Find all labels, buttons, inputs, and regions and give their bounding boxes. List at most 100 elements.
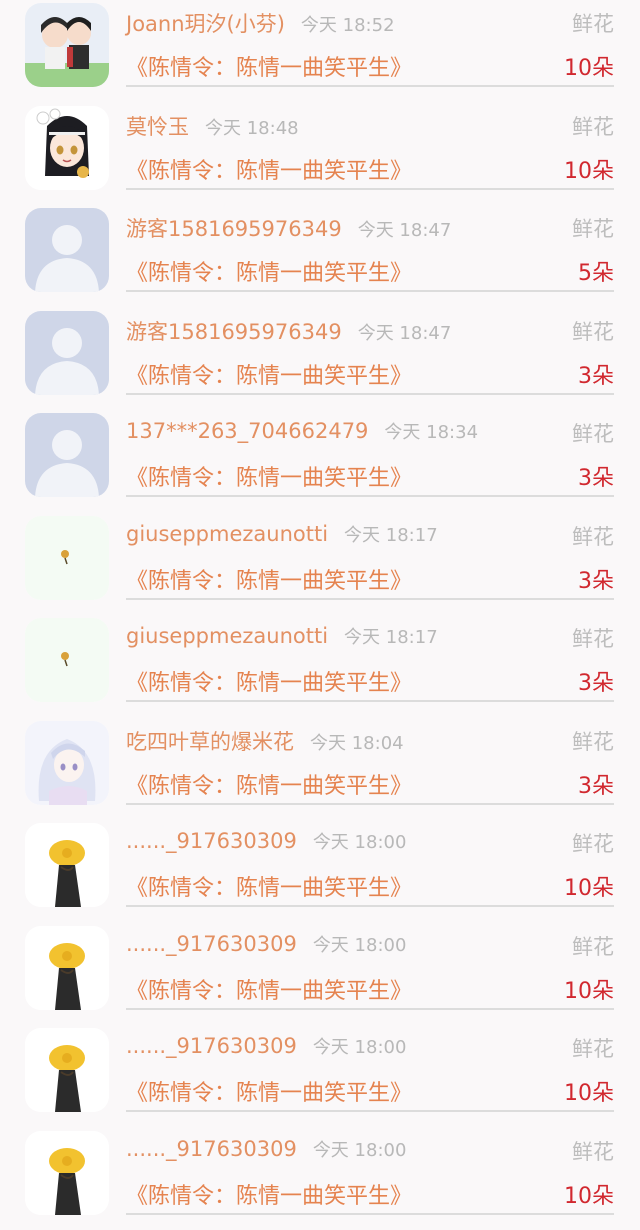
- list-item[interactable]: 137***263_704662479 今天 18:34 鲜花 《陈情令：陈情一曲…: [0, 410, 640, 513]
- avatar[interactable]: [25, 516, 109, 600]
- user-name[interactable]: 吃四叶草的爆米花今天 18:04: [126, 726, 404, 756]
- avatar[interactable]: [25, 1028, 109, 1112]
- divider: [126, 905, 614, 907]
- user-name[interactable]: ......_917630309 今天 18:00: [126, 828, 406, 854]
- list-item[interactable]: 莫怜玉今天 18:48 鲜花 《陈情令：陈情一曲笑平生》 10朵: [0, 103, 640, 206]
- work-title[interactable]: 《陈情令：陈情一曲笑平生》: [126, 153, 412, 185]
- gift-type: 鲜花: [572, 8, 614, 38]
- default-user-avatar-icon: [25, 208, 109, 292]
- user-name-text[interactable]: giuseppmezaunotti: [126, 624, 328, 648]
- avatar[interactable]: [25, 618, 109, 702]
- user-name[interactable]: ......_917630309 今天 18:00: [126, 1136, 406, 1162]
- timestamp: 今天 18:00: [313, 1037, 407, 1058]
- gift-type: 鲜花: [572, 623, 614, 653]
- work-title[interactable]: 《陈情令：陈情一曲笑平生》: [126, 1178, 412, 1210]
- user-name[interactable]: ......_917630309 今天 18:00: [126, 1033, 406, 1059]
- user-name[interactable]: 游客1581695976349 今天 18:47: [126, 213, 451, 243]
- user-name-text[interactable]: 游客1581695976349: [126, 320, 342, 344]
- timestamp: 今天 18:47: [358, 220, 452, 241]
- user-name-text[interactable]: ......_917630309: [126, 829, 297, 853]
- user-name-text[interactable]: ......_917630309: [126, 1034, 297, 1058]
- list-item[interactable]: giuseppmezaunotti今天 18:17 鲜花 《陈情令：陈情一曲笑平…: [0, 615, 640, 718]
- user-name-text[interactable]: 莫怜玉: [126, 115, 189, 139]
- divider: [126, 495, 614, 497]
- user-name[interactable]: 游客1581695976349 今天 18:47: [126, 316, 451, 346]
- divider: [126, 188, 614, 190]
- gift-count: 10朵: [564, 870, 614, 902]
- gift-count: 3朵: [578, 665, 614, 697]
- gift-count: 3朵: [578, 358, 614, 390]
- gift-type: 鲜花: [572, 1136, 614, 1166]
- gift-type: 鲜花: [572, 931, 614, 961]
- gift-type: 鲜花: [572, 418, 614, 448]
- work-title[interactable]: 《陈情令：陈情一曲笑平生》: [126, 1075, 412, 1107]
- user-name-text[interactable]: 游客1581695976349: [126, 217, 342, 241]
- divider: [126, 85, 614, 87]
- avatar[interactable]: [25, 208, 109, 292]
- divider: [126, 803, 614, 805]
- user-name[interactable]: giuseppmezaunotti 今天 18:17: [126, 521, 438, 547]
- avatar[interactable]: [25, 721, 109, 805]
- work-title[interactable]: 《陈情令：陈情一曲笑平生》: [126, 665, 412, 697]
- work-title[interactable]: 《陈情令：陈情一曲笑平生》: [126, 973, 412, 1005]
- timestamp: 今天 18:34: [384, 422, 478, 443]
- list-item[interactable]: ......_917630309今天 18:00 鲜花 《陈情令：陈情一曲笑平生…: [0, 923, 640, 1026]
- gift-count: 3朵: [578, 460, 614, 492]
- timestamp: 今天 18:00: [313, 832, 407, 853]
- anime-couple-avatar-icon: [25, 3, 109, 87]
- user-name[interactable]: 莫怜玉今天 18:48: [126, 111, 299, 141]
- list-item[interactable]: 游客1581695976349今天 18:47 鲜花 《陈情令：陈情一曲笑平生》…: [0, 308, 640, 411]
- avatar[interactable]: [25, 106, 109, 190]
- default-user-avatar-icon: [25, 311, 109, 395]
- work-title[interactable]: 《陈情令：陈情一曲笑平生》: [126, 50, 412, 82]
- default-user-avatar-icon: [25, 413, 109, 497]
- user-name[interactable]: Joann玥汐(小芬)今天 18:52: [126, 8, 395, 38]
- avatar[interactable]: [25, 3, 109, 87]
- user-name-text[interactable]: giuseppmezaunotti: [126, 522, 328, 546]
- user-name[interactable]: ......_917630309今天 18:00: [126, 931, 406, 957]
- work-title[interactable]: 《陈情令：陈情一曲笑平生》: [126, 255, 412, 287]
- work-title[interactable]: 《陈情令：陈情一曲笑平生》: [126, 460, 412, 492]
- gift-type: 鲜花: [572, 521, 614, 551]
- user-name[interactable]: giuseppmezaunotti今天 18:17: [126, 623, 438, 649]
- list-item[interactable]: ......_917630309 今天 18:00 鲜花 《陈情令：陈情一曲笑平生…: [0, 1128, 640, 1230]
- timestamp: 今天 18:04: [310, 733, 404, 754]
- work-title[interactable]: 《陈情令：陈情一曲笑平生》: [126, 870, 412, 902]
- gift-type: 鲜花: [572, 828, 614, 858]
- user-name-text[interactable]: ......_917630309: [126, 1137, 297, 1161]
- avatar[interactable]: [25, 1131, 109, 1215]
- user-name-text[interactable]: ......_917630309: [126, 932, 297, 956]
- timestamp: 今天 18:47: [358, 323, 452, 344]
- list-item[interactable]: giuseppmezaunotti 今天 18:17 鲜花 《陈情令：陈情一曲笑平…: [0, 513, 640, 616]
- avatar[interactable]: [25, 413, 109, 497]
- gift-count: 5朵: [578, 255, 614, 287]
- gift-type: 鲜花: [572, 1033, 614, 1063]
- user-name[interactable]: 137***263_704662479 今天 18:34: [126, 418, 478, 444]
- timestamp: 今天 18:00: [313, 1140, 407, 1161]
- avatar[interactable]: [25, 311, 109, 395]
- gift-type: 鲜花: [572, 213, 614, 243]
- gift-count: 10朵: [564, 1178, 614, 1210]
- small-flower-avatar-icon: [25, 516, 109, 600]
- yellow-hat-avatar-icon: [25, 926, 109, 1010]
- timestamp: 今天 18:17: [344, 525, 438, 546]
- yellow-hat-avatar-icon: [25, 1028, 109, 1112]
- list-item[interactable]: 吃四叶草的爆米花今天 18:04 鲜花 《陈情令：陈情一曲笑平生》 3朵: [0, 718, 640, 821]
- list-item[interactable]: Joann玥汐(小芬)今天 18:52 鲜花 《陈情令：陈情一曲笑平生》 10朵: [0, 0, 640, 103]
- list-item[interactable]: ......_917630309 今天 18:00 鲜花 《陈情令：陈情一曲笑平生…: [0, 1025, 640, 1128]
- work-title[interactable]: 《陈情令：陈情一曲笑平生》: [126, 768, 412, 800]
- gift-count: 10朵: [564, 153, 614, 185]
- user-name-text[interactable]: Joann玥汐(小芬): [126, 12, 285, 36]
- work-title[interactable]: 《陈情令：陈情一曲笑平生》: [126, 563, 412, 595]
- user-name-text[interactable]: 137***263_704662479: [126, 419, 368, 443]
- list-item[interactable]: 游客1581695976349 今天 18:47 鲜花 《陈情令：陈情一曲笑平生》…: [0, 205, 640, 308]
- divider: [126, 393, 614, 395]
- gift-type: 鲜花: [572, 111, 614, 141]
- gift-record-list: Joann玥汐(小芬)今天 18:52 鲜花 《陈情令：陈情一曲笑平生》 10朵…: [0, 0, 640, 1230]
- avatar[interactable]: [25, 823, 109, 907]
- user-name-text[interactable]: 吃四叶草的爆米花: [126, 730, 294, 754]
- avatar[interactable]: [25, 926, 109, 1010]
- work-title[interactable]: 《陈情令：陈情一曲笑平生》: [126, 358, 412, 390]
- gift-count: 10朵: [564, 973, 614, 1005]
- list-item[interactable]: ......_917630309 今天 18:00 鲜花 《陈情令：陈情一曲笑平生…: [0, 820, 640, 923]
